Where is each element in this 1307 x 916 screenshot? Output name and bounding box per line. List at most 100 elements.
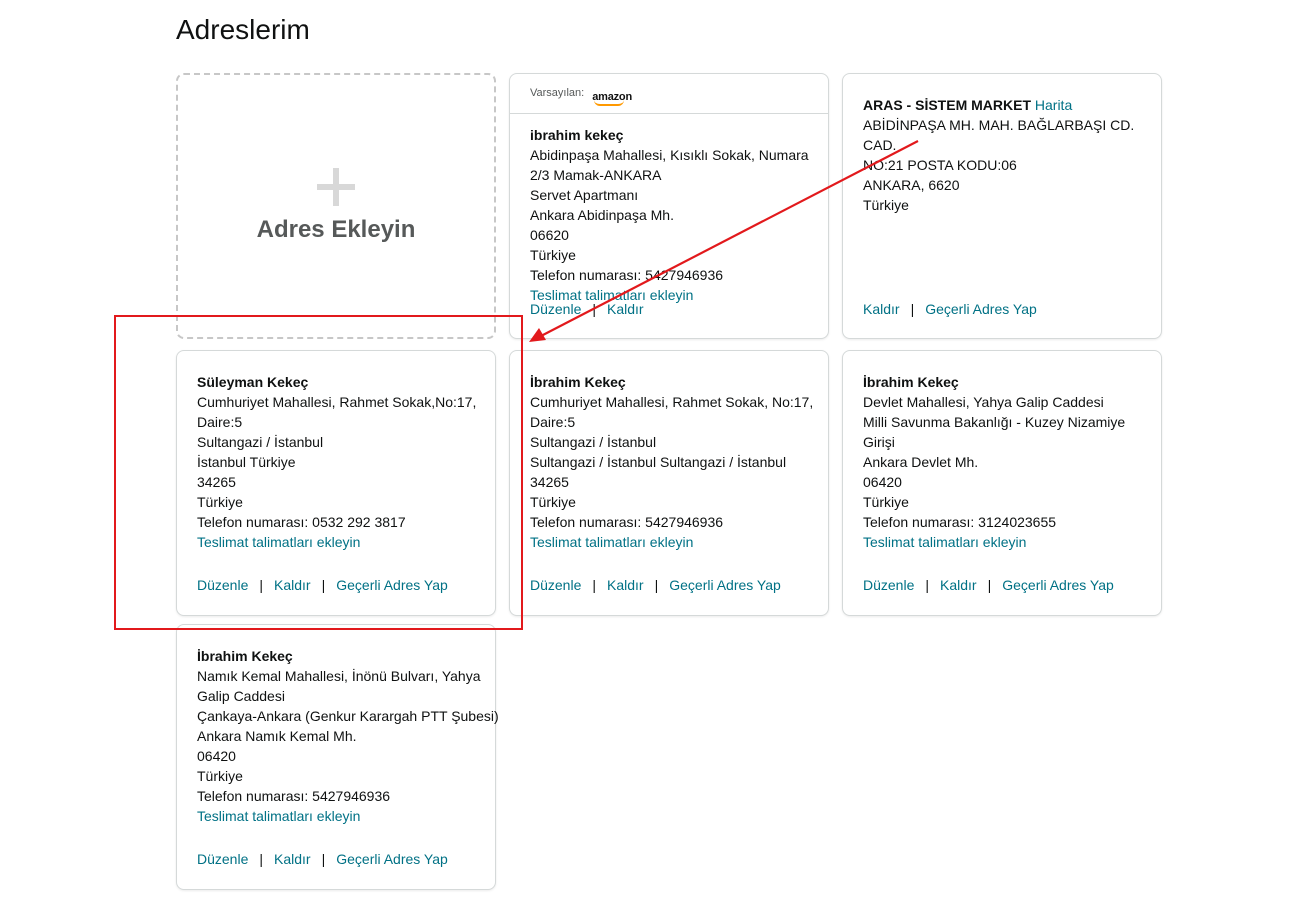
address-line: Sultangazi / İstanbul — [197, 434, 324, 450]
address-line: Türkiye — [530, 247, 576, 263]
address-name: Süleyman Kekeç — [197, 374, 309, 390]
address-line: Servet Apartmanı — [530, 187, 639, 203]
address-card-default: Varsayılan: amazon ibrahim kekeç Abidinp… — [509, 73, 829, 339]
address-body: ibrahim kekeç Abidinpaşa Mahallesi, Kısı… — [510, 114, 828, 303]
address-line: Cumhuriyet Mahallesi, Rahmet Sokak, No:1… — [530, 394, 814, 410]
make-default-link[interactable]: Geçerli Adres Yap — [925, 301, 1037, 317]
address-line: Cumhuriyet Mahallesi, Rahmet Sokak,No:17… — [197, 394, 477, 410]
separator: | — [987, 577, 992, 593]
address-line: Ankara Abidinpaşa Mh. — [530, 207, 674, 223]
remove-link[interactable]: Kaldır — [274, 851, 311, 867]
delivery-instructions-link[interactable]: Teslimat talimatları ekleyin — [197, 532, 495, 552]
make-default-link[interactable]: Geçerli Adres Yap — [336, 851, 448, 867]
address-line: Galip Caddesi — [197, 688, 285, 704]
amazon-logo: amazon — [592, 91, 632, 106]
remove-link[interactable]: Kaldır — [274, 577, 311, 593]
address-line: 06420 — [863, 474, 902, 490]
address-card-aras: ARAS - SİSTEM MARKET Harita ABİDİNPAŞA M… — [842, 73, 1162, 339]
address-line: 2/3 Mamak-ANKARA — [530, 167, 662, 183]
page-title: Adreslerim — [176, 14, 310, 45]
remove-link[interactable]: Kaldır — [940, 577, 977, 593]
address-line: Devlet Mahallesi, Yahya Galip Caddesi — [863, 394, 1104, 410]
address-line: ABİDİNPAŞA MH. MAH. BAĞLARBAŞI CD. CAD. — [863, 117, 1135, 153]
separator: | — [592, 301, 597, 317]
address-card: İbrahim Kekeç Namık Kemal Mahallesi, İnö… — [176, 624, 499, 890]
address-line: İstanbul Türkiye — [197, 454, 296, 470]
separator: | — [321, 851, 326, 867]
address-line: 34265 — [197, 474, 236, 490]
address-line: Namık Kemal Mahallesi, İnönü Bulvarı, Ya… — [197, 668, 481, 684]
address-body: Süleyman Kekeç Cumhuriyet Mahallesi, Rah… — [177, 351, 495, 552]
phone-line: Telefon numarası: 3124023655 — [863, 514, 1057, 530]
phone-line: Telefon numarası: 5427946936 — [530, 267, 724, 283]
address-actions: Düzenle | Kaldır | Geçerli Adres Yap — [530, 577, 781, 593]
phone-line: Telefon numarası: 0532 292 3817 — [197, 514, 406, 530]
address-body: İbrahim Kekeç Namık Kemal Mahallesi, İnö… — [177, 625, 499, 826]
map-link[interactable]: Harita — [1035, 97, 1072, 113]
default-address-header: Varsayılan: amazon — [510, 74, 828, 114]
address-line: Girişi — [863, 434, 895, 450]
address-line: 06620 — [530, 227, 569, 243]
address-line: NO:21 POSTA KODU:06 — [863, 157, 1017, 173]
separator: | — [259, 577, 264, 593]
separator: | — [259, 851, 264, 867]
add-address-label: Adres Ekleyin — [256, 216, 416, 243]
address-card: İbrahim Kekeç Devlet Mahallesi, Yahya Ga… — [842, 350, 1162, 616]
separator: | — [321, 577, 326, 593]
address-actions: Düzenle | Kaldır — [530, 301, 644, 317]
address-line: Ankara Namık Kemal Mh. — [197, 728, 357, 744]
address-line: Abidinpaşa Mahallesi, Kısıklı Sokak, Num… — [530, 147, 809, 163]
address-line: ANKARA, 6620 — [863, 177, 960, 193]
address-line: 34265 — [530, 474, 569, 490]
address-actions: Kaldır | Geçerli Adres Yap — [863, 301, 1037, 317]
delivery-instructions-link[interactable]: Teslimat talimatları ekleyin — [530, 532, 828, 552]
address-card: Süleyman Kekeç Cumhuriyet Mahallesi, Rah… — [176, 350, 496, 616]
phone-line: Telefon numarası: 5427946936 — [530, 514, 724, 530]
address-body: İbrahim Kekeç Devlet Mahallesi, Yahya Ga… — [843, 351, 1161, 552]
remove-link[interactable]: Kaldır — [607, 301, 644, 317]
address-name: İbrahim Kekeç — [530, 374, 626, 390]
add-address-card[interactable]: Adres Ekleyin — [176, 73, 496, 339]
address-card: İbrahim Kekeç Cumhuriyet Mahallesi, Rahm… — [509, 350, 829, 616]
address-line: Türkiye — [863, 197, 909, 213]
address-body: ARAS - SİSTEM MARKET Harita ABİDİNPAŞA M… — [843, 74, 1161, 215]
remove-link[interactable]: Kaldır — [863, 301, 900, 317]
address-line: Daire:5 — [530, 414, 576, 430]
address-actions: Düzenle | Kaldır | Geçerli Adres Yap — [197, 851, 448, 867]
plus-icon — [317, 168, 355, 206]
delivery-instructions-link[interactable]: Teslimat talimatları ekleyin — [197, 806, 495, 826]
address-line: Türkiye — [197, 494, 243, 510]
make-default-link[interactable]: Geçerli Adres Yap — [669, 577, 781, 593]
separator: | — [592, 577, 597, 593]
address-line: Türkiye — [197, 768, 243, 784]
address-line: 06420 — [197, 748, 236, 764]
edit-link[interactable]: Düzenle — [197, 851, 248, 867]
remove-link[interactable]: Kaldır — [607, 577, 644, 593]
address-line: Daire:5 — [197, 414, 243, 430]
separator: | — [910, 301, 915, 317]
separator: | — [654, 577, 659, 593]
address-line: Ankara Devlet Mh. — [863, 454, 979, 470]
address-body: İbrahim Kekeç Cumhuriyet Mahallesi, Rahm… — [510, 351, 828, 552]
address-line: Milli Savunma Bakanlığı - Kuzey Nizamiye — [863, 414, 1126, 430]
edit-link[interactable]: Düzenle — [530, 301, 581, 317]
default-label: Varsayılan: — [530, 87, 585, 99]
address-line: Çankaya-Ankara (Genkur Karargah PTT Şube… — [197, 708, 499, 724]
address-name: ARAS - SİSTEM MARKET — [863, 97, 1031, 113]
edit-link[interactable]: Düzenle — [197, 577, 248, 593]
edit-link[interactable]: Düzenle — [530, 577, 581, 593]
address-actions: Düzenle | Kaldır | Geçerli Adres Yap — [197, 577, 448, 593]
address-line: Türkiye — [863, 494, 909, 510]
make-default-link[interactable]: Geçerli Adres Yap — [336, 577, 448, 593]
address-line: Türkiye — [530, 494, 576, 510]
address-name: ibrahim kekeç — [530, 127, 624, 143]
phone-line: Telefon numarası: 5427946936 — [197, 788, 391, 804]
address-name: İbrahim Kekeç — [863, 374, 959, 390]
address-line: Sultangazi / İstanbul — [530, 434, 657, 450]
separator: | — [925, 577, 930, 593]
edit-link[interactable]: Düzenle — [863, 577, 914, 593]
make-default-link[interactable]: Geçerli Adres Yap — [1002, 577, 1114, 593]
address-actions: Düzenle | Kaldır | Geçerli Adres Yap — [863, 577, 1114, 593]
delivery-instructions-link[interactable]: Teslimat talimatları ekleyin — [863, 532, 1161, 552]
address-name: İbrahim Kekeç — [197, 648, 293, 664]
